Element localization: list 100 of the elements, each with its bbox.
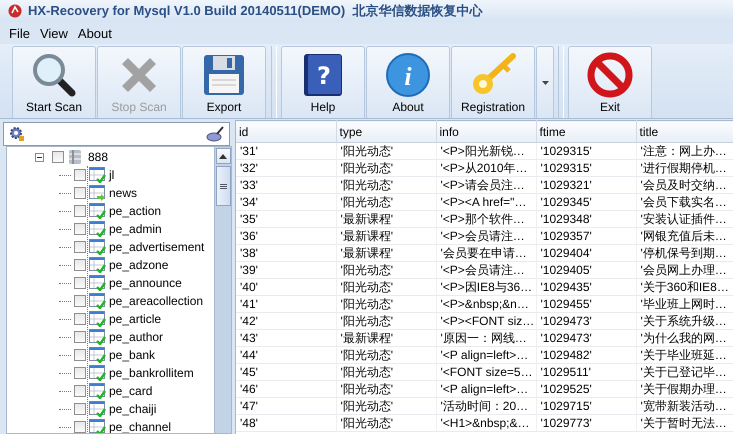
table-cell: '1029473' (536, 312, 636, 330)
grip-icon (220, 184, 226, 188)
table-cell: '阳光动态' (336, 346, 436, 364)
table-cell: '阳光动态' (336, 160, 436, 176)
checkbox[interactable] (74, 367, 86, 379)
table-cell: '33' (236, 176, 336, 194)
table-cell: '安装认证插件… (636, 210, 733, 228)
table-cell: '34' (236, 194, 336, 210)
tree-item[interactable]: pe_advertisement (109, 240, 204, 254)
checkbox[interactable] (74, 277, 86, 289)
table-cell: '关于360和IE8… (636, 278, 733, 296)
table-cell: '1029315' (536, 142, 636, 160)
column-header[interactable]: info (436, 120, 536, 142)
table-cell: '最新课程' (336, 330, 436, 346)
checkbox[interactable] (74, 223, 86, 235)
tree-item[interactable]: 888 (88, 150, 108, 164)
toolbar-button[interactable]: ? Help (281, 46, 365, 118)
toolbar-button[interactable]: i About (366, 46, 450, 118)
toolbar-button[interactable]: Exit (568, 46, 652, 118)
table-cell: '会员下载实名… (636, 194, 733, 210)
checkbox[interactable] (52, 151, 64, 163)
tree-item[interactable]: pe_bankrollitem (109, 366, 194, 380)
table-cell: '1029511' (536, 364, 636, 380)
scrollbar[interactable] (214, 147, 231, 433)
table-cell: '阳光动态' (336, 176, 436, 194)
table-cell: '38' (236, 244, 336, 262)
checkbox[interactable] (74, 241, 86, 253)
gear-icon[interactable] (9, 126, 25, 142)
table-icon (89, 347, 106, 363)
table-cell: '关于暂时无法… (636, 414, 733, 432)
tree-item[interactable]: pe_card (109, 384, 152, 398)
magnifier-icon (31, 52, 77, 98)
checkbox[interactable] (74, 259, 86, 271)
table-cell: '阳光动态' (336, 312, 436, 330)
menu-item[interactable]: About (72, 26, 117, 40)
table-cell: '1029455' (536, 296, 636, 312)
collapse-toggle[interactable] (35, 152, 44, 162)
table-cell: '进行假期停机… (636, 160, 733, 176)
table-icon (89, 293, 106, 309)
menu-item[interactable]: File (4, 26, 35, 40)
toolbar-button[interactable]: Registration (451, 46, 535, 118)
tree-item[interactable]: pe_author (109, 330, 164, 344)
table-cell: '<P>那个软件… (436, 210, 536, 228)
tree-item[interactable]: pe_admin (109, 222, 162, 236)
toolbar-button[interactable]: Start Scan (12, 46, 96, 118)
toolbar-button[interactable]: Export (182, 46, 266, 118)
column-header[interactable]: id (236, 120, 336, 142)
table-cell: '<P>因IE8与36… (436, 278, 536, 296)
table-cell: '<P>会员请注… (436, 228, 536, 244)
column-header[interactable]: title (636, 120, 733, 142)
checkbox[interactable] (74, 403, 86, 415)
table-icon (89, 329, 106, 345)
checkbox[interactable] (74, 187, 86, 199)
table-icon (89, 167, 106, 183)
menu-item[interactable]: View (34, 26, 73, 40)
table-icon (89, 383, 106, 399)
tree-item[interactable]: pe_adzone (109, 258, 168, 272)
checkbox[interactable] (74, 385, 86, 397)
tree-item[interactable]: pe_areacollection (109, 294, 204, 308)
tree-item[interactable]: pe_announce (109, 276, 182, 290)
table-icon (89, 239, 106, 255)
checkbox[interactable] (74, 313, 86, 325)
table-cell: '48' (236, 414, 336, 432)
column-header[interactable]: ftime (536, 120, 636, 142)
checkbox[interactable] (74, 205, 86, 217)
dropdown-button[interactable] (536, 46, 554, 118)
table-cell: '最新课程' (336, 244, 436, 262)
checkbox[interactable] (74, 331, 86, 343)
table-cell: '<P align=left>… (436, 380, 536, 398)
checkbox[interactable] (74, 169, 86, 181)
table-cell: '阳光动态' (336, 194, 436, 210)
checkbox[interactable] (74, 349, 86, 361)
window-title: HX-Recovery for Mysql V1.0 Build 20140511(DEMO) 北京华信数据恢复中心 (28, 2, 482, 20)
tree-item[interactable]: pe_article (109, 312, 162, 326)
column-header[interactable]: type (336, 120, 436, 142)
checkbox[interactable] (74, 421, 86, 433)
tree-item[interactable]: pe_bank (109, 348, 156, 362)
tree-item[interactable]: pe_chaiji (109, 402, 156, 416)
tree-item[interactable]: news (109, 186, 138, 200)
table-cell: '会员网上办理… (636, 262, 733, 278)
scroll-up-icon[interactable] (219, 154, 227, 158)
table-cell: '阳光动态' (336, 414, 436, 432)
table-cell: '<P>从2010年… (436, 160, 536, 176)
table-cell: '原因一：网线… (436, 330, 536, 346)
tree-item[interactable]: jl (109, 168, 114, 182)
table-cell: '1029404' (536, 244, 636, 262)
table-cell: '<P><FONT siz… (436, 312, 536, 330)
table-cell: '1029525' (536, 380, 636, 398)
search-icon[interactable] (206, 126, 224, 142)
table-cell: '阳光动态' (336, 262, 436, 278)
table-icon (89, 275, 106, 291)
table-icon (89, 401, 106, 417)
table-cell: '网银充值后未… (636, 228, 733, 244)
tree-item[interactable]: pe_action (109, 204, 162, 218)
table-cell: '<P>&nbsp;&n… (436, 296, 536, 312)
table-cell: '1029473' (536, 330, 636, 346)
checkbox[interactable] (74, 295, 86, 307)
table-cell: '<P>会员请注… (436, 262, 536, 278)
table-cell: '关于已登记毕… (636, 364, 733, 380)
table-icon (89, 257, 106, 273)
